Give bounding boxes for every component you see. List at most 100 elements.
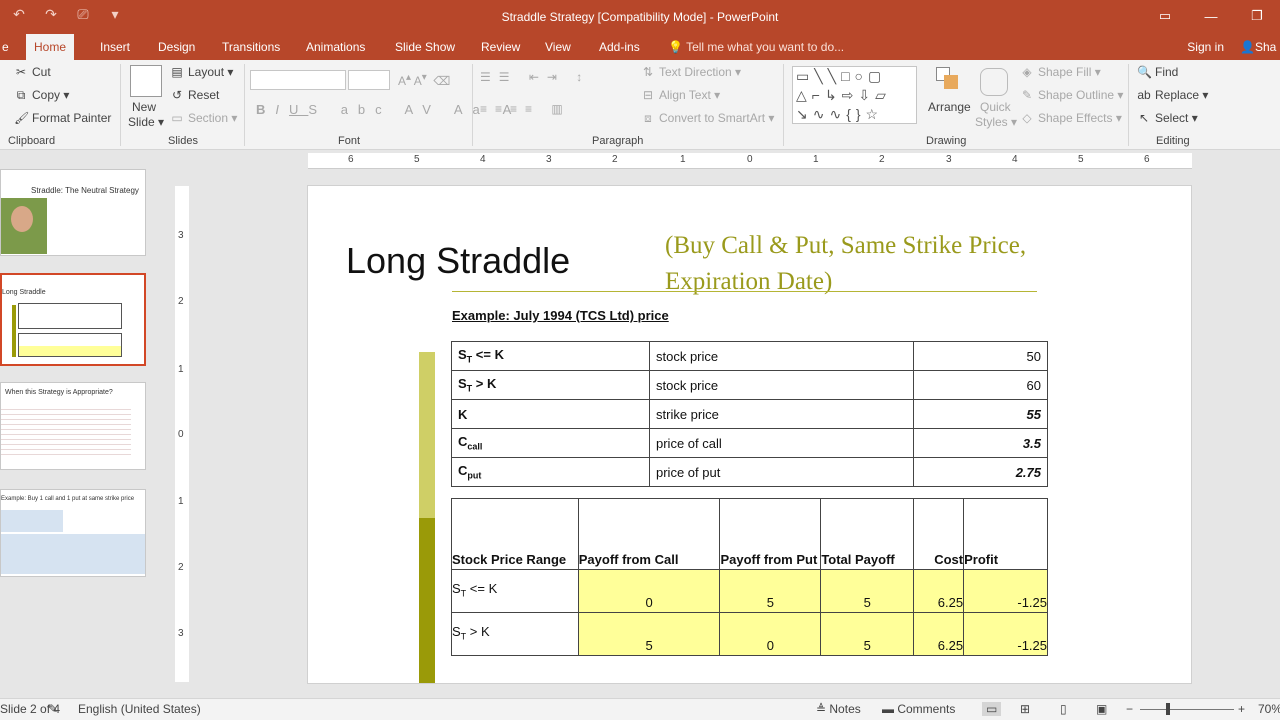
slide-subtitle[interactable]: (Buy Call & Put, Same Strike Price, Expi… bbox=[665, 228, 1085, 300]
description-cell[interactable]: price of call bbox=[649, 428, 914, 458]
quick-styles-button[interactable]: Styles ▾ bbox=[975, 115, 1017, 129]
column-header[interactable]: Cost bbox=[913, 498, 965, 570]
tab-design[interactable]: Design bbox=[150, 34, 203, 60]
total-cell[interactable]: 5 bbox=[820, 569, 915, 613]
call-cell[interactable]: 0 bbox=[577, 569, 721, 613]
value-cell[interactable]: 50 bbox=[913, 341, 1048, 371]
quick-styles-label-1[interactable]: Quick bbox=[980, 100, 1011, 114]
column-header[interactable]: Profit bbox=[963, 498, 1048, 570]
section-button[interactable]: ▭ Section ▾ bbox=[170, 111, 237, 125]
value-cell[interactable]: 60 bbox=[913, 370, 1048, 400]
tab-review[interactable]: Review bbox=[473, 34, 528, 60]
column-header[interactable]: Total Payoff bbox=[820, 498, 915, 570]
slide-thumbnail-3[interactable]: When this Strategy is Appropriate? bbox=[0, 382, 146, 470]
tab-insert[interactable]: Insert bbox=[92, 34, 138, 60]
format-painter-button[interactable]: 🖌 Format Painter bbox=[14, 111, 111, 125]
slide-sorter-icon[interactable]: ⊞ bbox=[1020, 702, 1030, 716]
variable-cell[interactable]: ST <= K bbox=[451, 341, 650, 371]
payoff-table[interactable]: Stock Price Range Payoff from Call Payoff … bbox=[451, 498, 1048, 656]
select-button[interactable]: ↖ Select ▾ bbox=[1137, 111, 1198, 125]
inputs-table[interactable]: ST <= Kstock price 50 ST > Kstock price 60 K… bbox=[451, 341, 1048, 487]
zoom-slider[interactable] bbox=[1140, 709, 1234, 710]
column-header[interactable]: Payoff from Call bbox=[577, 498, 721, 570]
ribbon-display-options-icon[interactable]: ▭ bbox=[1142, 0, 1188, 32]
tab-view[interactable]: View bbox=[537, 34, 579, 60]
description-cell[interactable]: strike price bbox=[649, 399, 914, 429]
value-cell[interactable]: 2.75 bbox=[913, 457, 1048, 487]
spell-check-icon[interactable]: ✎ bbox=[48, 702, 58, 716]
variable-cell[interactable]: Cput bbox=[451, 457, 650, 487]
call-cell[interactable]: 5 bbox=[577, 612, 721, 656]
cost-cell[interactable]: 6.25 bbox=[913, 612, 965, 656]
reset-button[interactable]: ↺ Reset bbox=[170, 88, 219, 102]
variable-cell[interactable]: ST > K bbox=[451, 370, 650, 400]
shape-fill-button[interactable]: ◈ Shape Fill ▾ bbox=[1020, 65, 1100, 79]
slide-thumbnail-4[interactable]: Example: Buy 1 call and 1 put at same st… bbox=[0, 489, 146, 577]
comments-button[interactable]: ▬ Comments bbox=[882, 702, 955, 716]
cost-cell[interactable]: 6.25 bbox=[913, 569, 965, 613]
variable-cell[interactable]: K bbox=[451, 399, 650, 429]
arrange-icon[interactable] bbox=[932, 65, 962, 95]
slideshow-icon[interactable]: ▣ bbox=[1096, 702, 1107, 716]
profit-cell[interactable]: -1.25 bbox=[963, 612, 1048, 656]
tab-animations[interactable]: Animations bbox=[298, 34, 373, 60]
put-cell[interactable]: 5 bbox=[719, 569, 822, 613]
notes-button[interactable]: ≜ Notes bbox=[816, 702, 861, 716]
shapes-gallery[interactable]: ▭╲╲□○▢ △⌐↳⇨⇩▱ ↘∿∿{}☆ bbox=[792, 66, 917, 124]
shape-effects-button[interactable]: ◇ Shape Effects ▾ bbox=[1020, 111, 1121, 125]
zoom-in-icon[interactable]: + bbox=[1238, 702, 1245, 716]
normal-view-icon[interactable]: ▭ bbox=[982, 702, 1002, 716]
column-header[interactable]: Payoff from Put bbox=[719, 498, 822, 570]
tab-transitions[interactable]: Transitions bbox=[214, 34, 288, 60]
value-cell[interactable]: 55 bbox=[913, 399, 1048, 429]
language-indicator[interactable]: English (United States) bbox=[78, 702, 201, 716]
alignment-buttons[interactable]: ≡≡≡≡ ▥ bbox=[480, 102, 571, 116]
list-buttons[interactable]: ☰☰ ⇤⇥ ↕ bbox=[480, 70, 590, 84]
total-cell[interactable]: 5 bbox=[820, 612, 915, 656]
new-slide-button[interactable]: Slide ▾ bbox=[128, 115, 164, 129]
variable-cell[interactable]: Ccall bbox=[451, 428, 650, 458]
tell-me-box[interactable]: 💡 Tell me what you want to do... bbox=[668, 34, 844, 60]
range-cell[interactable]: ST <= K bbox=[451, 569, 579, 613]
cut-button[interactable]: ✂ Cut bbox=[14, 65, 51, 79]
quick-styles-icon[interactable] bbox=[980, 68, 1008, 96]
example-heading[interactable]: Example: July 1994 (TCS Ltd) price bbox=[452, 308, 669, 323]
range-cell[interactable]: ST > K bbox=[451, 612, 579, 656]
font-family-dropdown[interactable] bbox=[250, 70, 346, 90]
zoom-slider-thumb[interactable] bbox=[1166, 703, 1170, 715]
description-cell[interactable]: stock price bbox=[649, 341, 914, 371]
font-size-dropdown[interactable] bbox=[348, 70, 390, 90]
description-cell[interactable]: stock price bbox=[649, 370, 914, 400]
tab-slide-show[interactable]: Slide Show bbox=[387, 34, 463, 60]
zoom-level[interactable]: 70% bbox=[1258, 702, 1280, 716]
convert-smartart-button[interactable]: ⧈ Convert to SmartArt ▾ bbox=[641, 111, 774, 126]
copy-button[interactable]: ⧉ Copy ▾ bbox=[14, 88, 70, 103]
slide-title[interactable]: Long Straddle bbox=[346, 240, 570, 282]
profit-cell[interactable]: -1.25 bbox=[963, 569, 1048, 613]
tab-home[interactable]: Home bbox=[26, 34, 75, 60]
minimize-icon[interactable]: — bbox=[1188, 0, 1234, 32]
column-header[interactable]: Stock Price Range bbox=[451, 498, 579, 570]
sign-in-link[interactable]: Sign in bbox=[1187, 34, 1224, 60]
zoom-out-icon[interactable]: − bbox=[1126, 702, 1133, 716]
new-slide-label-1[interactable]: New bbox=[132, 100, 156, 114]
arrange-button[interactable]: Arrange bbox=[928, 100, 971, 114]
reading-view-icon[interactable]: ▯ bbox=[1060, 702, 1067, 716]
text-direction-button[interactable]: ⇅ Text Direction ▾ bbox=[641, 65, 741, 79]
slide-thumbnail-1[interactable]: Straddle: The Neutral Strategy bbox=[0, 169, 146, 256]
description-cell[interactable]: price of put bbox=[649, 457, 914, 487]
font-grow-shrink-buttons[interactable]: A▴ A▾ ⌫ bbox=[398, 72, 450, 88]
align-text-button[interactable]: ⊟ Align Text ▾ bbox=[641, 88, 720, 102]
restore-icon[interactable]: ❐ bbox=[1234, 0, 1280, 32]
slide-canvas[interactable]: Long Straddle (Buy Call & Put, Same Stri… bbox=[307, 185, 1192, 684]
tab-file-partial[interactable]: e bbox=[0, 34, 17, 60]
shape-outline-button[interactable]: ✎ Shape Outline ▾ bbox=[1020, 88, 1123, 102]
find-button[interactable]: 🔍 Find bbox=[1137, 65, 1178, 79]
share-button[interactable]: 👤Sha bbox=[1240, 34, 1280, 60]
tab-add-ins[interactable]: Add-ins bbox=[591, 34, 648, 60]
new-slide-icon[interactable] bbox=[130, 65, 162, 97]
layout-button[interactable]: ▤ Layout ▾ bbox=[170, 65, 233, 79]
replace-button[interactable]: ab Replace ▾ bbox=[1137, 88, 1208, 102]
value-cell[interactable]: 3.5 bbox=[913, 428, 1048, 458]
slide-thumbnail-2[interactable]: Long Straddle bbox=[0, 273, 146, 366]
